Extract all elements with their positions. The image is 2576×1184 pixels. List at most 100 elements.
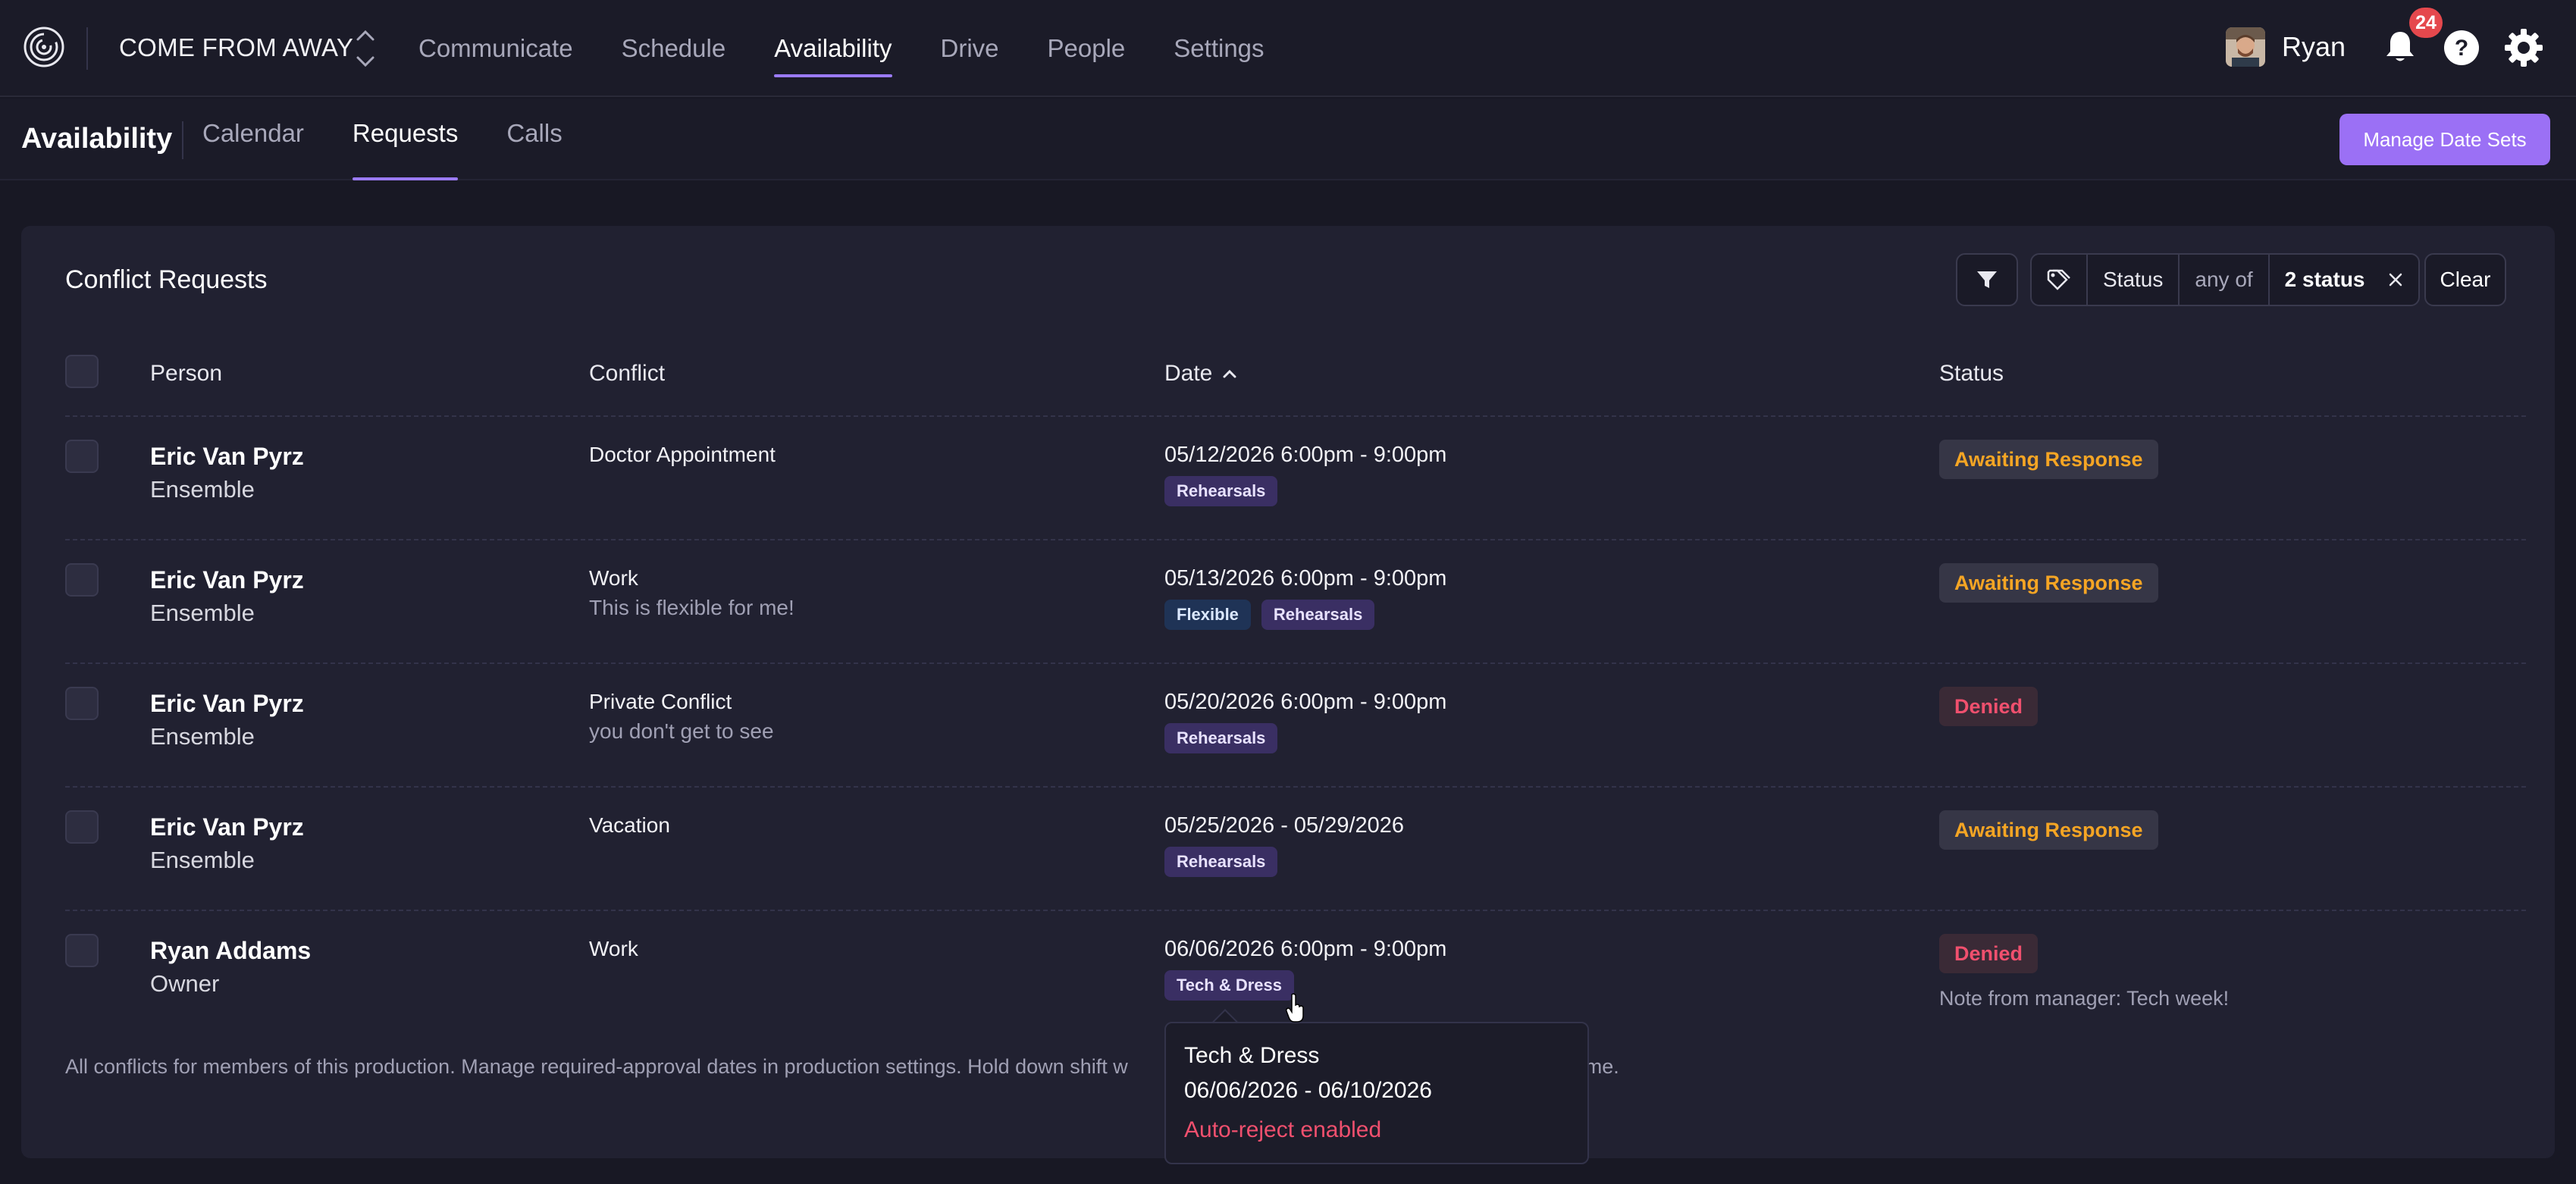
status-badge[interactable]: Awaiting Response [1939, 440, 2158, 479]
tag-tooltip: Tech & Dress 06/06/2026 - 06/10/2026 Aut… [1164, 1022, 1589, 1164]
row-person-role: Ensemble [150, 600, 255, 626]
tag-rehearsals[interactable]: Rehearsals [1261, 600, 1375, 630]
nav-people[interactable]: People [1048, 0, 1126, 97]
row-person-role: Ensemble [150, 476, 255, 503]
column-header-person[interactable]: Person [150, 361, 222, 387]
main-nav: Communicate Schedule Availability Drive … [418, 0, 1313, 97]
tag-rehearsals[interactable]: Rehearsals [1164, 847, 1278, 877]
app-logo-icon[interactable] [23, 26, 65, 68]
tag-rehearsals[interactable]: Rehearsals [1164, 476, 1278, 506]
row-date: 05/25/2026 - 05/29/2026 [1164, 813, 1405, 838]
filter-value-label: 2 status [2284, 268, 2365, 291]
row-person-name: Eric Van Pyrz [150, 443, 304, 470]
column-header-conflict[interactable]: Conflict [589, 361, 665, 387]
row-tags: Rehearsals [1164, 847, 1278, 877]
nav-schedule[interactable]: Schedule [622, 0, 726, 97]
row-date: 05/12/2026 6:00pm - 9:00pm [1164, 443, 1447, 467]
card-title: Conflict Requests [65, 265, 268, 294]
production-switcher-icon[interactable] [350, 26, 381, 71]
row-tags: Flexible Rehearsals [1164, 600, 1375, 630]
row-conflict-title: Vacation [589, 813, 670, 837]
row-checkbox[interactable] [65, 934, 99, 967]
tag-flexible[interactable]: Flexible [1164, 600, 1251, 630]
row-person-name: Eric Van Pyrz [150, 566, 304, 594]
manage-date-sets-button[interactable]: Manage Date Sets [2339, 114, 2550, 165]
user-name: Ryan [2282, 31, 2346, 62]
page-title: Availability [21, 123, 173, 155]
row-person-name: Eric Van Pyrz [150, 690, 304, 717]
tab-calendar[interactable]: Calendar [202, 99, 304, 180]
row-conflict-title: Doctor Appointment [589, 443, 776, 466]
sort-ascending-icon [1223, 369, 1236, 378]
subheader-divider [182, 121, 183, 159]
row-divider [65, 786, 2526, 788]
row-date: 05/20/2026 6:00pm - 9:00pm [1164, 690, 1447, 714]
row-checkbox[interactable] [65, 563, 99, 597]
row-date: 05/13/2026 6:00pm - 9:00pm [1164, 566, 1447, 590]
column-header-date-label: Date [1164, 361, 1213, 386]
tooltip-warning: Auto-reject enabled [1184, 1117, 1382, 1142]
user-menu[interactable]: Ryan [2226, 27, 2346, 67]
row-conflict-note: you don't get to see [589, 719, 774, 743]
row-person-role: Ensemble [150, 723, 255, 750]
nav-communicate[interactable]: Communicate [418, 0, 573, 97]
row-divider [65, 539, 2526, 540]
clear-filters-button[interactable]: Clear [2424, 253, 2506, 306]
filter-value[interactable]: 2 status [2270, 255, 2418, 305]
notification-badge: 24 [2409, 8, 2443, 38]
status-badge[interactable]: Awaiting Response [1939, 563, 2158, 603]
gear-icon[interactable] [2503, 27, 2544, 68]
row-person-role: Owner [150, 970, 220, 997]
row-person-role: Ensemble [150, 847, 255, 873]
availability-tabs: Calendar Requests Calls [202, 99, 611, 180]
filter-operator[interactable]: any of [2180, 255, 2270, 305]
row-conflict-title: Private Conflict [589, 690, 732, 713]
nav-settings[interactable]: Settings [1174, 0, 1264, 97]
status-badge[interactable]: Denied [1939, 934, 2039, 973]
row-divider [65, 662, 2526, 664]
row-person-name: Eric Van Pyrz [150, 813, 304, 841]
column-header-date[interactable]: Date [1164, 361, 1238, 387]
filter-icon [1977, 271, 1997, 288]
nav-drive[interactable]: Drive [941, 0, 999, 97]
production-name[interactable]: COME FROM AWAY [119, 33, 353, 62]
filter-button[interactable] [1956, 253, 2018, 306]
tooltip-title: Tech & Dress [1184, 1043, 1320, 1068]
row-divider [65, 910, 2526, 911]
row-person-name: Ryan Addams [150, 937, 312, 964]
manager-note: Note from manager: Tech week! [1939, 987, 2230, 1010]
hand-pointer-icon [1286, 993, 1304, 1023]
row-checkbox[interactable] [65, 810, 99, 844]
close-icon[interactable] [2388, 272, 2403, 287]
filter-tag-segment[interactable] [2032, 255, 2088, 305]
row-date: 06/06/2026 6:00pm - 9:00pm [1164, 937, 1447, 961]
tab-requests[interactable]: Requests [352, 99, 459, 180]
row-tags: Rehearsals [1164, 723, 1278, 753]
tag-icon [2047, 269, 2070, 290]
nav-availability[interactable]: Availability [774, 0, 892, 97]
row-conflict-title: Work [589, 566, 638, 590]
row-conflict-title: Work [589, 937, 638, 960]
filter-field[interactable]: Status [2088, 255, 2180, 305]
tag-rehearsals[interactable]: Rehearsals [1164, 723, 1278, 753]
row-divider [65, 415, 2526, 417]
footer-text-left: All conflicts for members of this produc… [65, 1055, 1128, 1078]
status-badge[interactable]: Awaiting Response [1939, 810, 2158, 850]
tooltip-dates: 06/06/2026 - 06/10/2026 [1184, 1078, 1432, 1103]
svg-text:?: ? [2455, 36, 2468, 61]
sub-navigation-bar: Availability Calendar Requests Calls Man… [0, 99, 2576, 180]
row-checkbox[interactable] [65, 440, 99, 473]
select-all-checkbox[interactable] [65, 355, 99, 388]
help-icon[interactable]: ? [2443, 29, 2480, 67]
tab-calls[interactable]: Calls [506, 99, 562, 180]
top-navigation-bar: COME FROM AWAY Communicate Schedule Avai… [0, 0, 2576, 97]
tag-tech-and-dress[interactable]: Tech & Dress [1164, 970, 1294, 1001]
row-tags: Tech & Dress [1164, 970, 1294, 1001]
status-badge[interactable]: Denied [1939, 687, 2039, 726]
row-checkbox[interactable] [65, 687, 99, 720]
avatar [2226, 27, 2265, 67]
status-filter-chip: Status any of 2 status [2030, 253, 2420, 306]
column-header-status[interactable]: Status [1939, 361, 2004, 387]
row-conflict-note: This is flexible for me! [589, 596, 794, 619]
header-divider [86, 27, 88, 70]
